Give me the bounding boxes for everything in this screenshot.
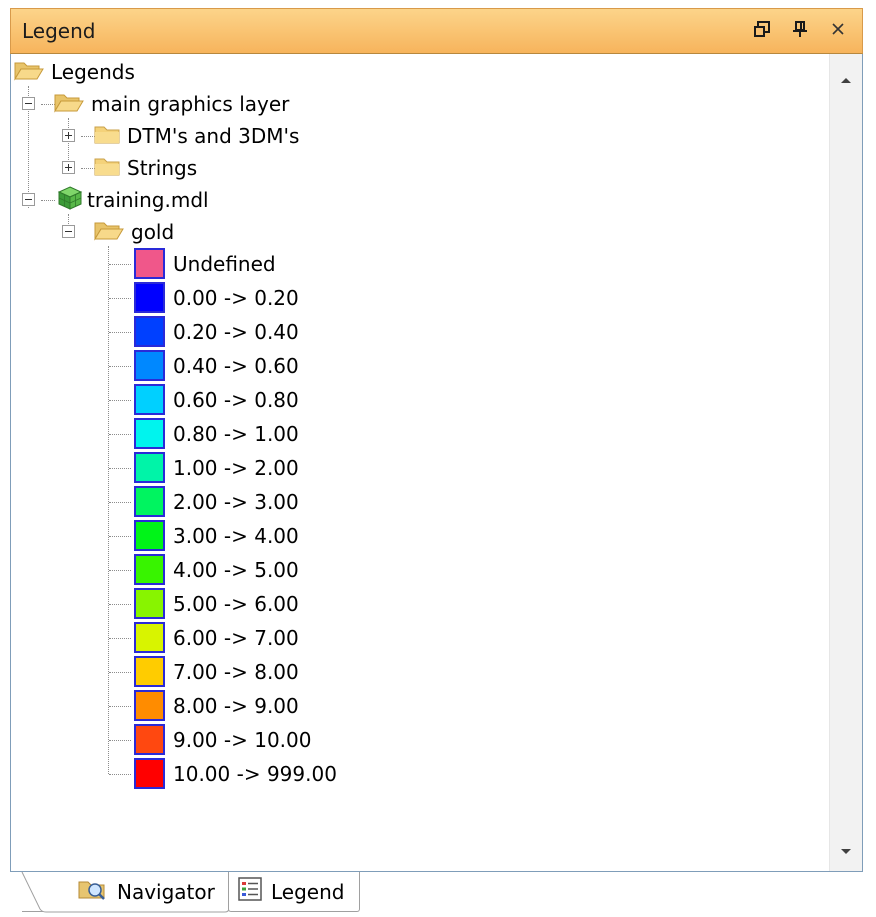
legend-item-label[interactable]: 10.00 -> 999.00 xyxy=(173,758,337,789)
folder-icon xyxy=(93,123,121,150)
legend-item-label[interactable]: 0.20 -> 0.40 xyxy=(173,316,299,347)
tree-node-label: gold xyxy=(131,220,175,244)
legend-item-label[interactable]: Undefined xyxy=(173,248,276,279)
legend-color-swatch xyxy=(134,248,165,279)
folder-open-icon xyxy=(13,59,45,86)
legend-item-label[interactable]: 4.00 -> 5.00 xyxy=(173,554,299,585)
tree-connector xyxy=(109,706,131,707)
tree-node-training-mdl[interactable]: training.mdl xyxy=(57,185,209,215)
tree-node-label: training.mdl xyxy=(87,188,209,212)
legend-tree[interactable]: Legends main graphics layer DTM's and 3D… xyxy=(10,54,863,872)
tree-node-label: DTM's and 3DM's xyxy=(127,124,300,148)
legend-color-swatch xyxy=(134,282,165,313)
tree-connector xyxy=(109,672,131,673)
vertical-scrollbar[interactable] xyxy=(829,54,862,871)
tree-node-strings[interactable]: Strings xyxy=(93,153,197,183)
legend-item-label[interactable]: 3.00 -> 4.00 xyxy=(173,520,299,551)
tree-connector xyxy=(109,740,131,741)
tree-node-label: main graphics layer xyxy=(91,92,290,116)
pin-icon xyxy=(792,20,808,42)
tree-node-label: Legends xyxy=(51,60,135,84)
tree-connector xyxy=(109,774,131,775)
tree-connector xyxy=(109,468,131,469)
legend-color-swatch xyxy=(134,724,165,755)
legend-item-label[interactable]: 0.60 -> 0.80 xyxy=(173,384,299,415)
legend-item-label[interactable]: 8.00 -> 9.00 xyxy=(173,690,299,721)
close-button[interactable] xyxy=(825,18,851,44)
tree-connector xyxy=(109,264,131,265)
legend-color-swatch xyxy=(134,622,165,653)
collapse-toggle[interactable] xyxy=(22,193,35,206)
scroll-up-arrow-icon[interactable] xyxy=(839,70,853,89)
legend-color-swatch xyxy=(134,758,165,789)
tree-connector xyxy=(109,502,131,503)
legend-color-swatch xyxy=(134,656,165,687)
folder-open-icon xyxy=(53,91,85,118)
scroll-down-arrow-icon[interactable] xyxy=(839,842,853,861)
legend-color-swatch xyxy=(134,554,165,585)
folder-open-icon xyxy=(93,219,125,246)
window-restore-icon xyxy=(753,20,771,42)
tree-connector xyxy=(109,332,131,333)
legend-item-label[interactable]: 7.00 -> 8.00 xyxy=(173,656,299,687)
legend-item-label[interactable]: 0.00 -> 0.20 xyxy=(173,282,299,313)
float-window-button[interactable] xyxy=(749,18,775,44)
legend-color-swatch xyxy=(134,316,165,347)
folder-search-icon xyxy=(77,877,109,906)
collapse-toggle[interactable] xyxy=(62,225,75,238)
legend-item-label[interactable]: 6.00 -> 7.00 xyxy=(173,622,299,653)
legend-color-swatch xyxy=(134,384,165,415)
tab-legend[interactable]: Legend xyxy=(228,872,360,912)
collapse-toggle[interactable] xyxy=(22,97,35,110)
legend-list-icon xyxy=(237,876,263,907)
panel-tabs: Navigator Legend xyxy=(10,871,863,917)
tree-connector xyxy=(109,434,131,435)
legend-item-label[interactable]: 9.00 -> 10.00 xyxy=(173,724,311,755)
legend-color-swatch xyxy=(134,452,165,483)
tree-node-main-graphics-layer[interactable]: main graphics layer xyxy=(53,89,289,119)
tree-connector xyxy=(109,536,131,537)
legend-color-swatch xyxy=(134,690,165,721)
tree-connector xyxy=(108,246,109,774)
legend-item-label[interactable]: 5.00 -> 6.00 xyxy=(173,588,299,619)
legend-color-swatch xyxy=(134,350,165,381)
panel-title-bar[interactable]: Legend xyxy=(10,8,863,54)
expand-toggle[interactable] xyxy=(62,129,75,142)
tree-node-legends[interactable]: Legends xyxy=(13,57,135,87)
tab-navigator[interactable]: Navigator xyxy=(21,871,230,913)
tree-node-dtms[interactable]: DTM's and 3DM's xyxy=(93,121,299,151)
tree-connector xyxy=(109,366,131,367)
pin-button[interactable] xyxy=(787,18,813,44)
legend-color-swatch xyxy=(134,588,165,619)
block-model-cube-icon xyxy=(57,185,83,216)
tree-connector xyxy=(41,200,55,201)
folder-icon xyxy=(93,155,121,182)
legend-panel: Legend Legends main graphics layer DTM's… xyxy=(0,0,876,917)
legend-color-swatch xyxy=(134,418,165,449)
tree-connector xyxy=(109,604,131,605)
expand-toggle[interactable] xyxy=(62,161,75,174)
legend-item-label[interactable]: 1.00 -> 2.00 xyxy=(173,452,299,483)
legend-color-swatch xyxy=(134,486,165,517)
tree-connector xyxy=(109,570,131,571)
close-icon xyxy=(830,21,846,41)
tab-label: Legend xyxy=(271,879,345,904)
panel-title: Legend xyxy=(22,19,96,43)
tree-connector xyxy=(109,400,131,401)
tab-label: Navigator xyxy=(117,879,215,904)
tree-node-gold[interactable]: gold xyxy=(93,217,174,247)
tree-connector xyxy=(109,298,131,299)
legend-item-label[interactable]: 0.80 -> 1.00 xyxy=(173,418,299,449)
legend-item-label[interactable]: 0.40 -> 0.60 xyxy=(173,350,299,381)
legend-color-swatch xyxy=(134,520,165,551)
tree-node-label: Strings xyxy=(127,156,198,180)
tree-connector xyxy=(109,638,131,639)
legend-item-label[interactable]: 2.00 -> 3.00 xyxy=(173,486,299,517)
